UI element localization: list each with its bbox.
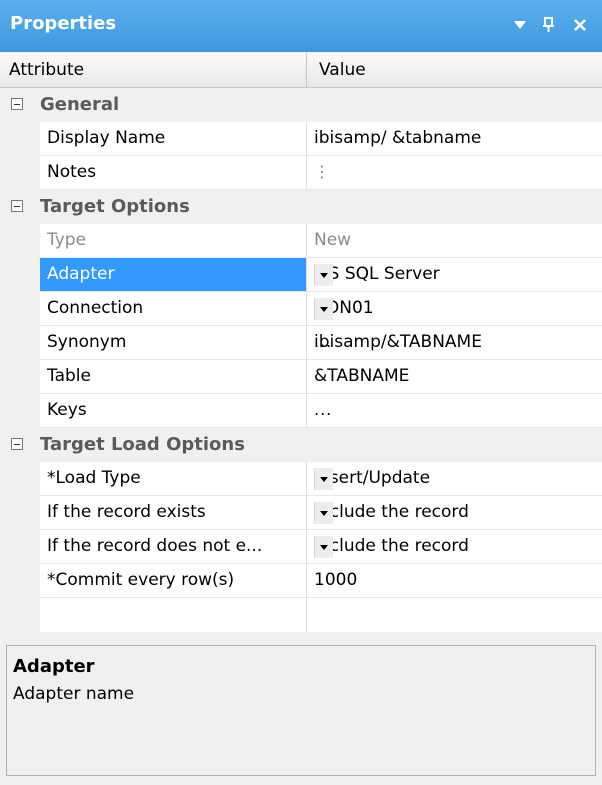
column-divider[interactable] bbox=[306, 53, 307, 87]
property-value[interactable]: ibisamp/ &tabname bbox=[314, 128, 481, 148]
property-value[interactable]: 1000 bbox=[314, 570, 357, 590]
property-row-notes[interactable]: Notes ⋮ bbox=[0, 156, 602, 190]
collapse-icon[interactable] bbox=[11, 98, 23, 110]
property-name: If the record exists bbox=[47, 502, 206, 522]
ellipsis-button[interactable]: ... bbox=[314, 332, 598, 351]
property-value[interactable]: Include the record bbox=[314, 536, 469, 556]
collapse-icon[interactable] bbox=[11, 200, 23, 212]
category-target-load-options[interactable]: Target Load Options bbox=[0, 428, 602, 462]
property-name: Keys bbox=[47, 400, 87, 420]
properties-panel: Properties Attribute Value General Displ… bbox=[0, 0, 602, 785]
panel-title: Properties bbox=[10, 13, 117, 34]
category-target-options[interactable]: Target Options bbox=[0, 190, 602, 224]
property-value: New bbox=[314, 230, 352, 250]
collapse-icon[interactable] bbox=[11, 438, 23, 450]
property-name: Table bbox=[47, 366, 91, 386]
property-row-keys[interactable]: Keys ... bbox=[0, 394, 602, 428]
property-name: Adapter bbox=[47, 264, 115, 284]
category-label: Target Load Options bbox=[40, 434, 245, 455]
dropdown-button[interactable] bbox=[314, 298, 333, 320]
column-divider bbox=[306, 598, 307, 632]
description-title: Adapter bbox=[13, 656, 95, 677]
description-pane: Adapter Adapter name bbox=[6, 645, 596, 776]
dropdown-button[interactable] bbox=[314, 502, 333, 524]
ellipsis-button[interactable]: ... bbox=[314, 400, 598, 419]
property-row-adapter[interactable]: Adapter MS SQL Server bbox=[0, 258, 602, 292]
property-grid: General Display Name ibisamp/ &tabname N… bbox=[0, 88, 602, 632]
property-name: Connection bbox=[47, 298, 144, 318]
property-row-commit-rows[interactable]: *Commit every row(s) 1000 bbox=[0, 564, 602, 598]
category-label: Target Options bbox=[40, 196, 190, 217]
property-value[interactable]: Include the record bbox=[314, 502, 469, 522]
property-name: Type bbox=[47, 230, 87, 250]
value-column-header[interactable]: Value bbox=[319, 60, 366, 80]
property-name: Display Name bbox=[47, 128, 166, 148]
category-label: General bbox=[40, 94, 120, 115]
property-name: *Commit every row(s) bbox=[47, 570, 235, 590]
panel-titlebar: Properties bbox=[0, 0, 602, 52]
property-name: If the record does not e... bbox=[47, 536, 263, 556]
property-name: Notes bbox=[47, 162, 97, 182]
pin-icon[interactable] bbox=[537, 8, 561, 42]
property-name: *Load Type bbox=[47, 468, 141, 488]
property-row-display-name[interactable]: Display Name ibisamp/ &tabname bbox=[0, 122, 602, 156]
property-row-load-type[interactable]: *Load Type Insert/Update bbox=[0, 462, 602, 496]
dropdown-button[interactable] bbox=[314, 468, 333, 490]
description-text: Adapter name bbox=[13, 684, 135, 704]
vertical-ellipsis-icon[interactable]: ⋮ bbox=[314, 162, 595, 181]
dropdown-button[interactable] bbox=[314, 264, 333, 286]
property-row-synonym[interactable]: Synonym ibisamp/&TABNAME ... bbox=[0, 326, 602, 360]
close-icon[interactable] bbox=[568, 8, 592, 42]
property-row-record-exists[interactable]: If the record exists Include the record bbox=[0, 496, 602, 530]
property-row-table[interactable]: Table &TABNAME bbox=[0, 360, 602, 394]
category-general[interactable]: General bbox=[0, 88, 602, 122]
grid-header: Attribute Value bbox=[0, 53, 602, 88]
property-row-type[interactable]: Type New bbox=[0, 224, 602, 258]
empty-gutter bbox=[0, 598, 40, 632]
property-value[interactable]: &TABNAME bbox=[314, 366, 409, 386]
property-row-connection[interactable]: Connection CON01 bbox=[0, 292, 602, 326]
property-name: Synonym bbox=[47, 332, 127, 352]
dropdown-arrow-icon[interactable] bbox=[508, 8, 532, 42]
property-row-record-not-exists[interactable]: If the record does not e... Include the … bbox=[0, 530, 602, 564]
dropdown-button[interactable] bbox=[314, 536, 333, 558]
attribute-column-header[interactable]: Attribute bbox=[9, 60, 84, 80]
